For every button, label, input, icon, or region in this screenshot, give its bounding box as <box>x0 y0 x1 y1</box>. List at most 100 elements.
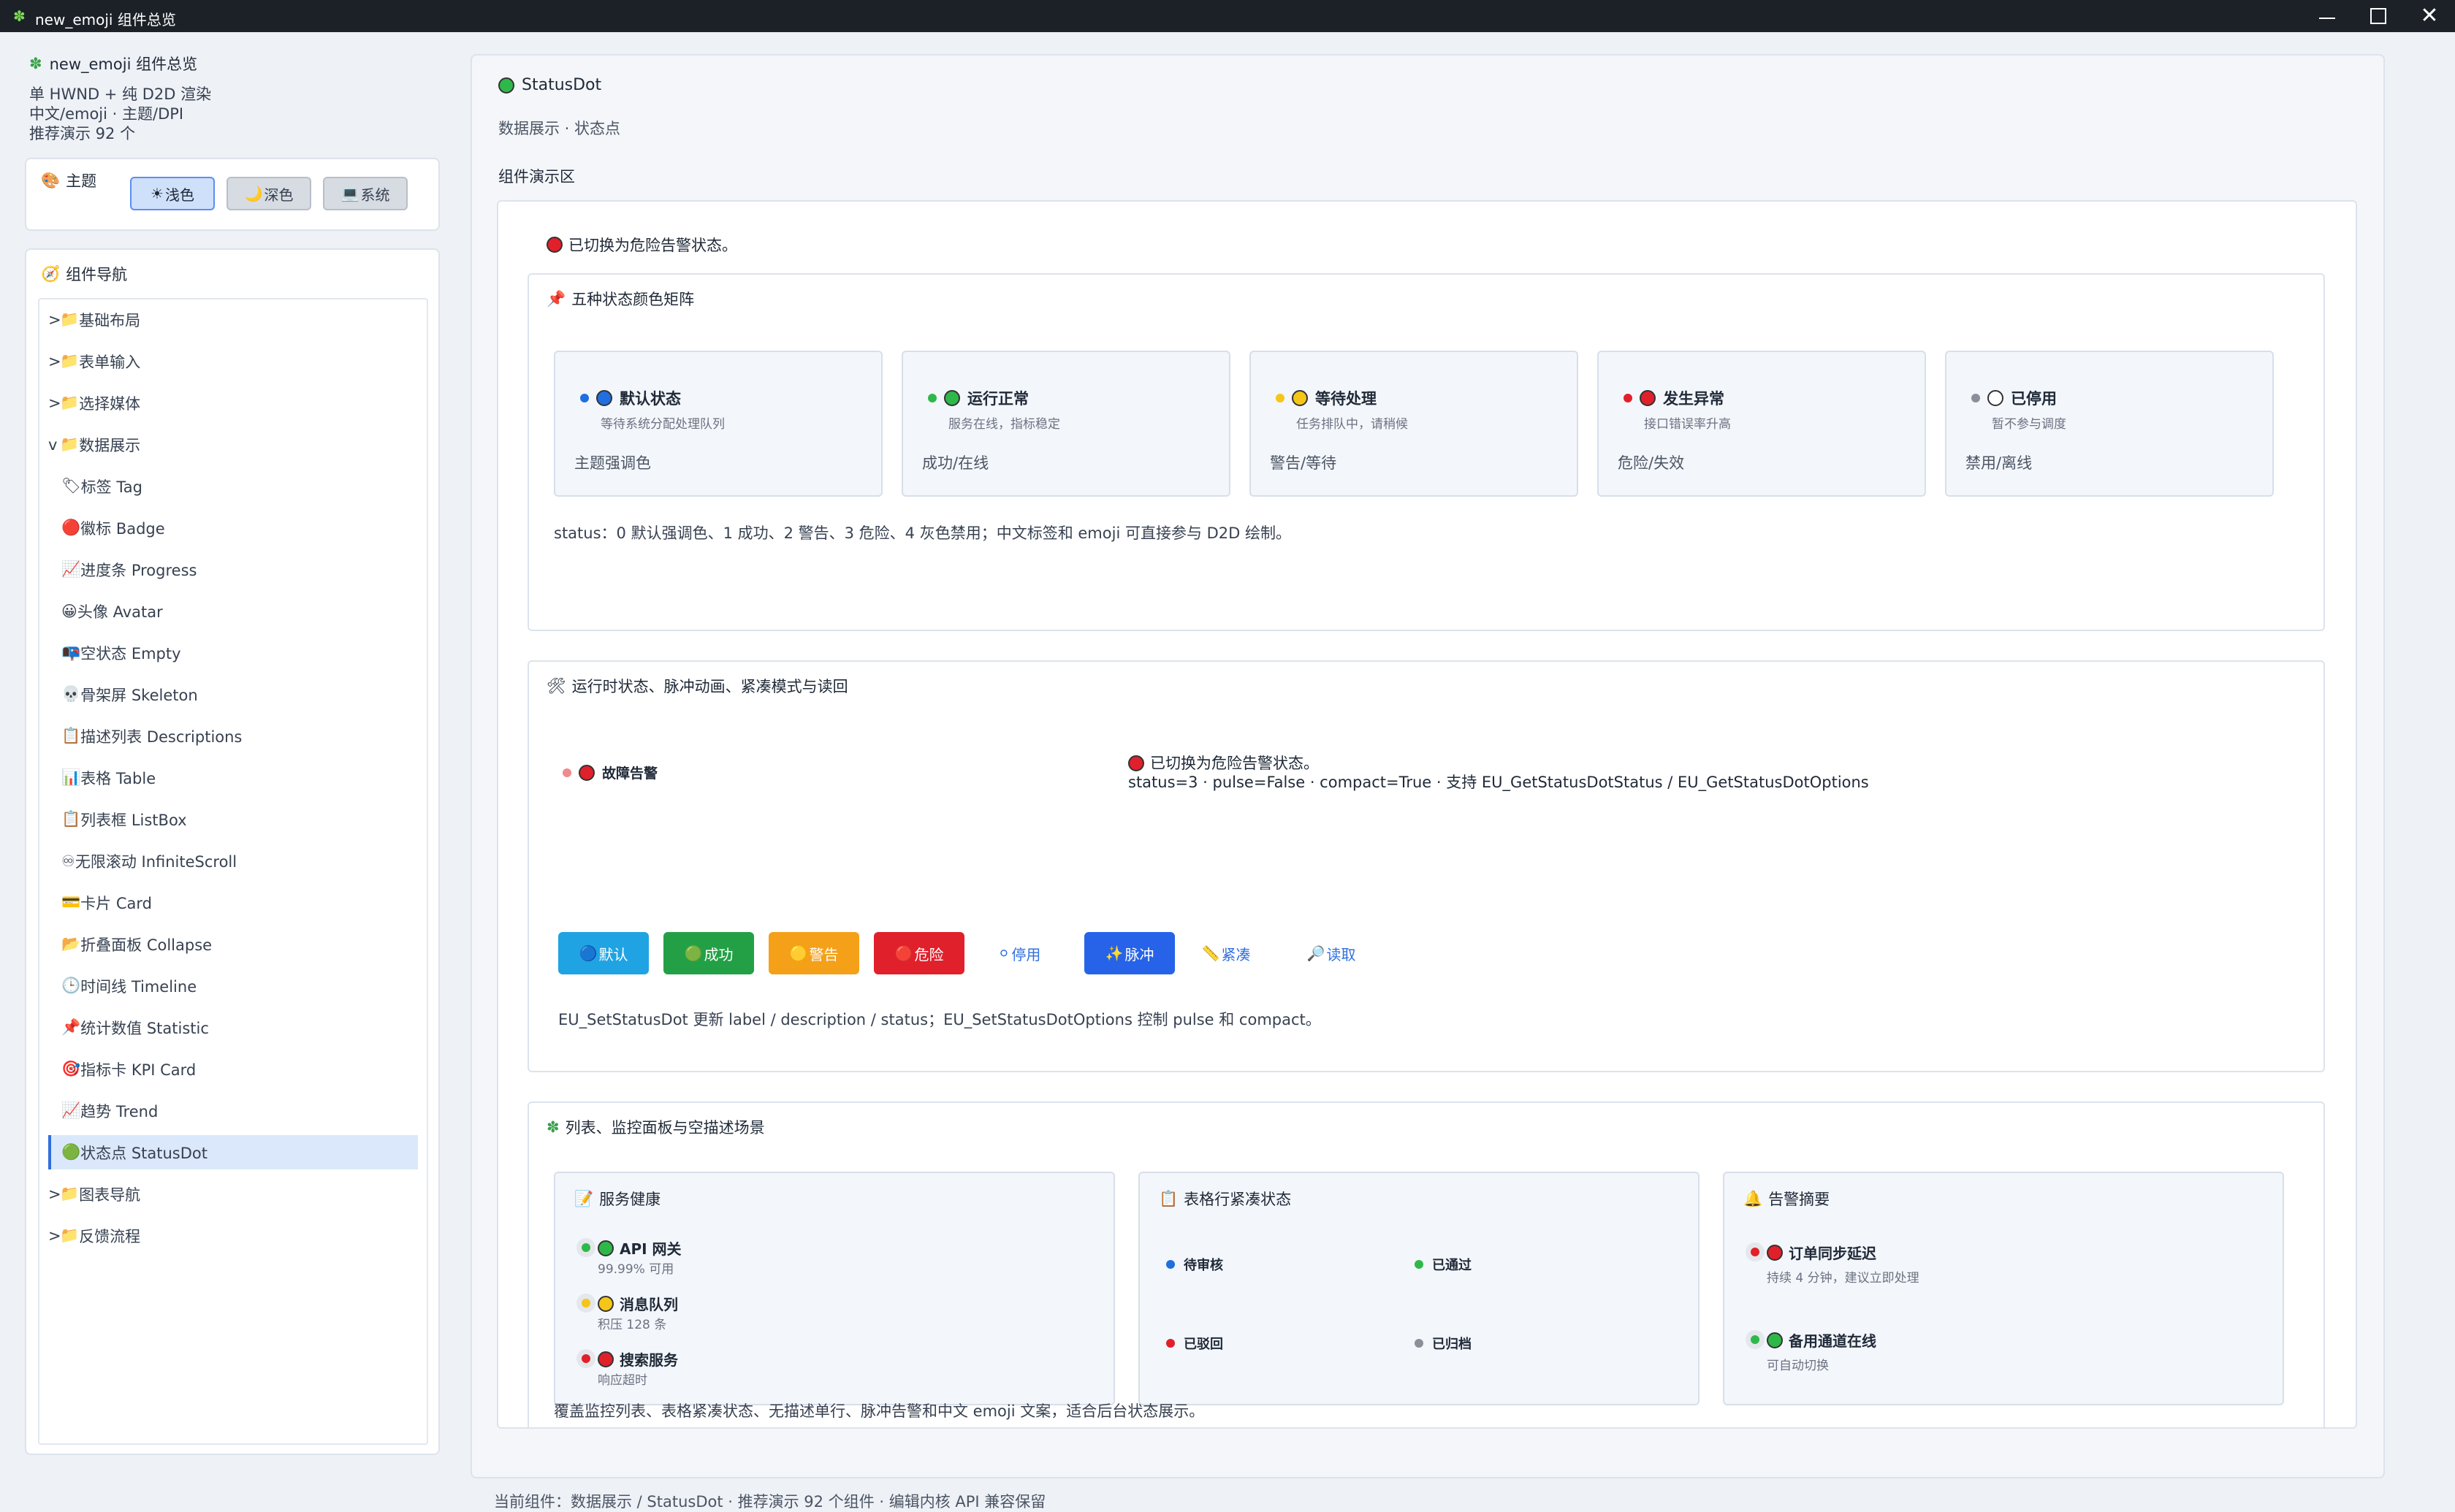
demo-area[interactable]: 已切换为危险告警状态。 📌 五种状态颜色矩阵 默认状态 等待系统分配处理队列 主题强… <box>497 200 2357 1429</box>
alert-name: 备用通道在线 <box>1767 1329 1876 1351</box>
nav-item-19[interactable]: 📈 趋势 Trend <box>48 1093 418 1128</box>
nav-label: 卡片 Card <box>80 894 152 912</box>
caret-icon: > <box>48 352 61 370</box>
compact-label: 已驳回 <box>1184 1337 1223 1352</box>
status-3-button[interactable]: 🔴 危险 <box>874 932 964 974</box>
button-label: 停用 <box>1011 945 1041 963</box>
status-dot <box>1415 1260 1423 1269</box>
puzzle-icon: ✽ <box>13 7 26 25</box>
nav-item-15[interactable]: 📂 折叠面板 Collapse <box>48 927 418 961</box>
nav-item-6[interactable]: 📈 进度条 Progress <box>48 552 418 587</box>
sidebar-header: ✽ new_emoji 组件总览 单 HWND + 纯 D2D 渲染 中文/em… <box>29 53 438 144</box>
status-category: 危险/失效 <box>1618 454 1685 472</box>
pulse-dot <box>563 768 571 777</box>
service-text: API 网关 99.99% 可用 <box>598 1237 682 1277</box>
nav-label: 🧭 组件导航 <box>41 264 128 284</box>
minimize-button[interactable] <box>2302 0 2353 32</box>
caret-icon: > <box>48 310 61 329</box>
nav-item-13[interactable]: ♾ 无限滚动 InfiniteScroll <box>48 844 418 878</box>
title-bar: ✽ new_emoji 组件总览 ✕ <box>0 0 2455 32</box>
nav-item-10[interactable]: 📋 描述列表 Descriptions <box>48 719 418 753</box>
status-label: 已停用 <box>2011 390 2057 408</box>
nav-category[interactable]: > 📁 选择媒体 <box>48 386 418 420</box>
status-7-button[interactable]: 🔎 读取 <box>1295 932 1368 974</box>
button-icon: 🔎 <box>1306 944 1325 962</box>
status-dot <box>1415 1339 1423 1348</box>
status-card: 发生异常接口错误率升高危险/失效 <box>1597 351 1926 497</box>
status-0-button[interactable]: 🔵 默认 <box>558 932 649 974</box>
close-button[interactable]: ✕ <box>2404 0 2455 32</box>
status-matrix-section: 📌 五种状态颜色矩阵 默认状态 等待系统分配处理队列 主题强调色 运行正常 服务在线，指… <box>528 273 2325 631</box>
nav-label: 趋势 Trend <box>80 1102 159 1120</box>
nav-label: 进度条 Progress <box>80 561 197 579</box>
nav-item-8[interactable]: 📭 空状态 Empty <box>48 635 418 670</box>
runtime-readback: 已切换为危险告警状态。 status=3 · pulse=False · com… <box>1128 755 1869 791</box>
status-dot-row: 等待处理 <box>1276 387 1377 409</box>
compact-rows-card: 📋 表格行紧凑状态 待审核 已通过 已驳回 已归档 <box>1138 1172 1700 1405</box>
nav-item-20[interactable]: 🟢 状态点 StatusDot <box>48 1135 418 1169</box>
nav-item-4[interactable]: 🏷 标签 Tag <box>48 469 418 503</box>
nav-item-18[interactable]: 🎯 指标卡 KPI Card <box>48 1052 418 1086</box>
runtime-note: EU_SetStatusDot 更新 label / description /… <box>558 1011 1321 1028</box>
nav-category[interactable]: > 📁 表单输入 <box>48 344 418 378</box>
status-2-button[interactable]: 🟡 警告 <box>769 932 859 974</box>
status-label: 发生异常 <box>1663 390 1724 408</box>
nav-icon: 📁 <box>60 435 80 453</box>
status-dot <box>1987 390 2003 406</box>
nav-item-11[interactable]: 📊 表格 Table <box>48 760 418 795</box>
status-4-button[interactable]: ⚪ 停用 <box>979 932 1059 974</box>
service-meta: 积压 128 条 <box>598 1318 667 1332</box>
nav-category[interactable]: > 📁 反馈流程 <box>48 1218 418 1253</box>
nav-icon: 📂 <box>61 935 81 952</box>
status-5-button[interactable]: ✨ 脉冲 <box>1084 932 1175 974</box>
nav-item-5[interactable]: 🔴 徽标 Badge <box>48 511 418 545</box>
status-dot-row: 发生异常 <box>1624 387 1724 409</box>
nav-item-14[interactable]: 💳 卡片 Card <box>48 885 418 920</box>
maximize-button[interactable] <box>2353 0 2404 32</box>
nav-item-17[interactable]: 📌 统计数值 Statistic <box>48 1010 418 1045</box>
nav-label: 无限滚动 InfiniteScroll <box>75 852 237 871</box>
nav-item-12[interactable]: 📋 列表框 ListBox <box>48 802 418 836</box>
theme-dark-button[interactable]: 🌙 深色 <box>227 177 311 210</box>
status-desc: 任务排队中，请稍候 <box>1296 417 1408 432</box>
nav-item-16[interactable]: 🕒 时间线 Timeline <box>48 969 418 1003</box>
nav-icon: 😀 <box>61 602 77 620</box>
component-nav-panel: 🧭 组件导航 > 📁 基础布局 > 📁 表单输入 > 📁 选择媒体 v 📁 数据展示 🏷 标签 Tag 🔴 徽… <box>25 248 440 1455</box>
nav-category[interactable]: > 📁 基础布局 <box>48 302 418 337</box>
nav-label: 指标卡 KPI Card <box>80 1061 197 1079</box>
service-label: 消息队列 <box>620 1296 678 1313</box>
button-label: 读取 <box>1326 945 1356 963</box>
service-name: 搜索服务 <box>598 1348 678 1370</box>
status-dot <box>944 390 960 406</box>
nav-category[interactable]: > 📁 图表导航 <box>48 1177 418 1211</box>
nav-icon: 💳 <box>61 893 81 911</box>
status-category: 禁用/离线 <box>1965 454 2033 472</box>
status-dot <box>1166 1260 1175 1269</box>
compact-label: 待审核 <box>1184 1258 1223 1273</box>
alert-label: 备用通道在线 <box>1789 1332 1876 1350</box>
nav-icon: 🏷 <box>61 477 81 495</box>
status-6-button[interactable]: 📏 紧凑 <box>1190 932 1263 974</box>
theme-light-button[interactable]: ☀ 浅色 <box>130 177 215 210</box>
status-card: 等待处理任务排队中，请稍候警告/等待 <box>1249 351 1578 497</box>
nav-label: 反馈流程 <box>79 1227 141 1245</box>
button-icon: 🟢 <box>684 944 703 962</box>
nav-icon: 📊 <box>61 768 81 786</box>
nav-item-7[interactable]: 😀 头像 Avatar <box>48 594 418 628</box>
button-icon: 🔵 <box>579 944 598 962</box>
theme-label: 🎨 主题 <box>41 171 97 191</box>
theme-system-button[interactable]: 💻 系统 <box>323 177 408 210</box>
service-meta: 99.99% 可用 <box>598 1262 674 1277</box>
nav-item-9[interactable]: 💀 骨架屏 Skeleton <box>48 677 418 711</box>
pulse-dot <box>1751 1335 1759 1344</box>
status-category: 警告/等待 <box>1270 454 1337 472</box>
tools-icon: 🛠 <box>547 676 566 695</box>
status-desc: 接口错误率升高 <box>1644 417 1731 432</box>
nav-category[interactable]: v 📁 数据展示 <box>48 427 418 462</box>
main-panel: StatusDot 数据展示 · 状态点 组件演示区 已切换为危险告警状态。 📌… <box>471 54 2385 1478</box>
button-label: 成功 <box>704 945 734 963</box>
compass-icon: 🧭 <box>41 264 61 283</box>
nav-icon: 📁 <box>60 352 80 370</box>
puzzle-icon: ✽ <box>29 55 42 72</box>
status-1-button[interactable]: 🟢 成功 <box>663 932 754 974</box>
